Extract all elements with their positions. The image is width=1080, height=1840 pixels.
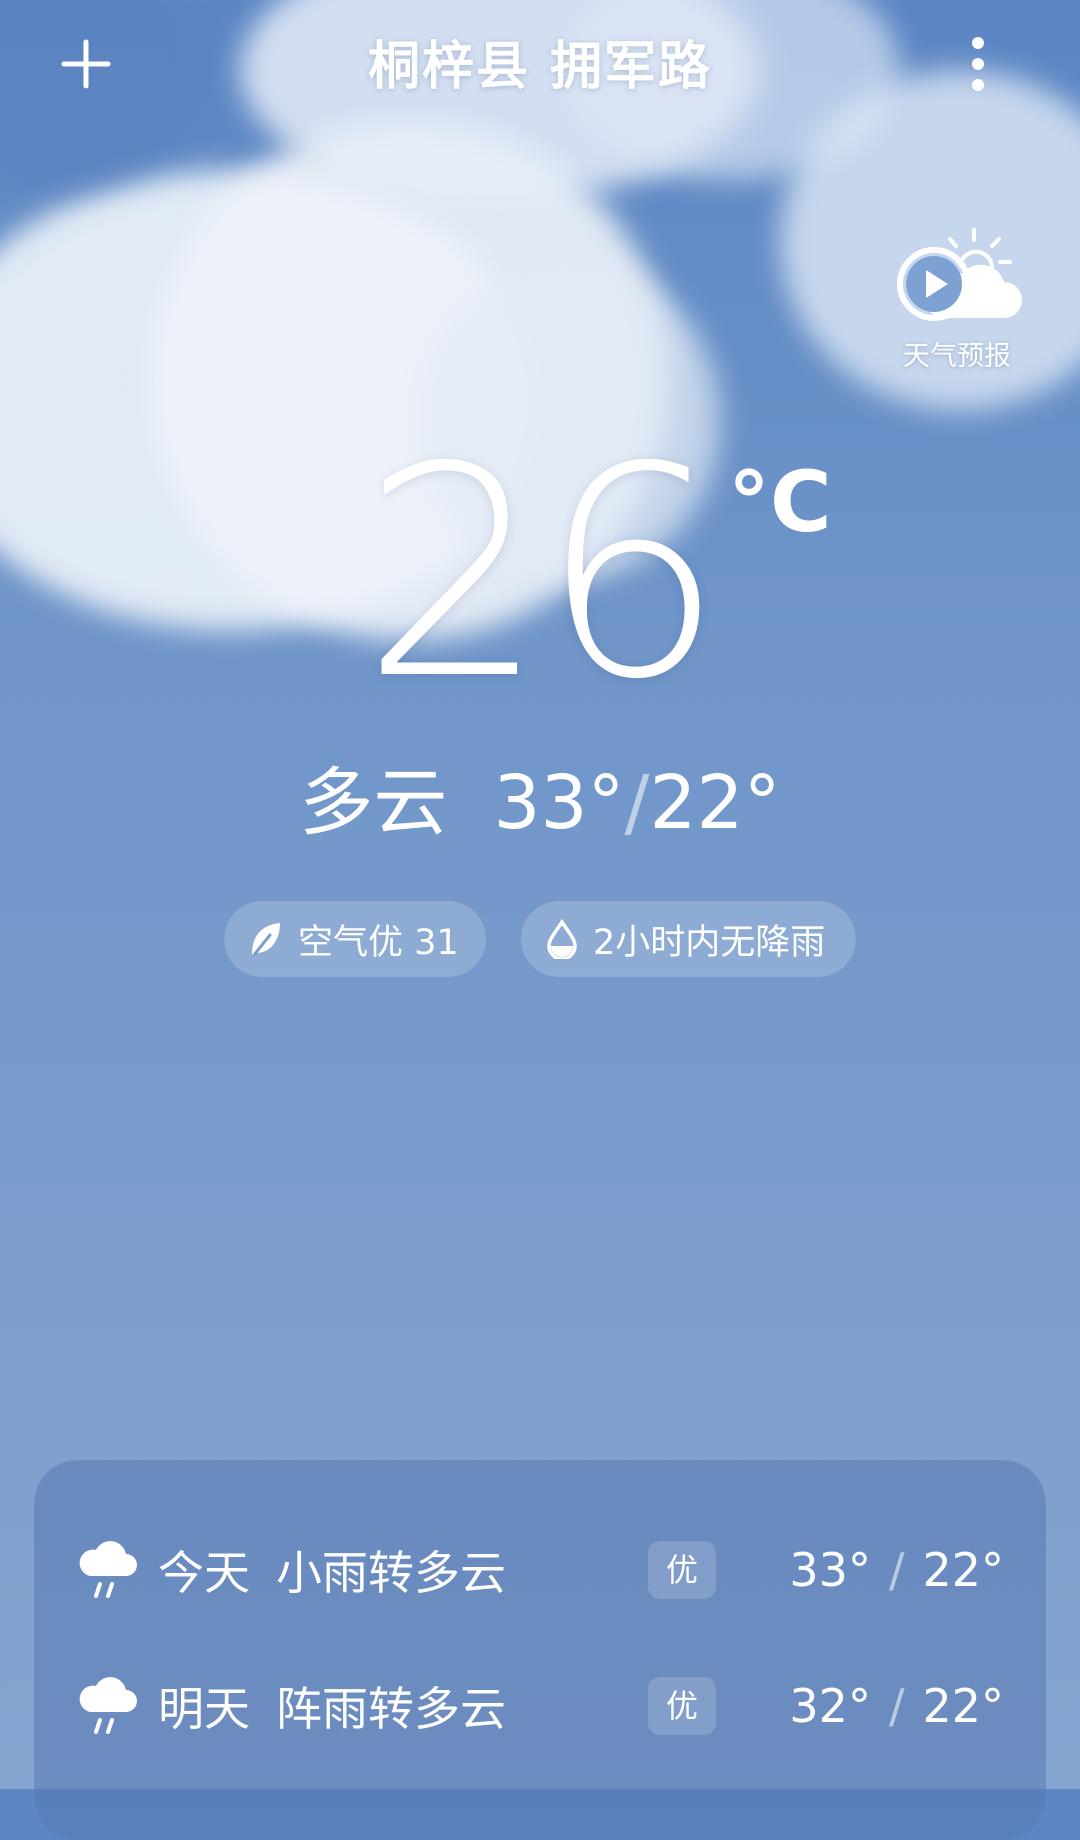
leaf-icon (252, 923, 280, 957)
weather-forecast-video-button[interactable]: 天气预报 (882, 226, 1032, 372)
air-quality-chip[interactable]: 空气优 31 (224, 901, 486, 977)
daily-low: 22° (922, 1679, 1004, 1733)
daily-condition: 小雨转多云 (276, 1546, 506, 1600)
daily-row-today[interactable]: 今天 小雨转多云 优 33° / 22° (34, 1510, 1046, 1630)
temp-separator: / (624, 760, 650, 846)
plus-icon (61, 39, 111, 89)
current-condition: 多云 (299, 760, 448, 846)
daily-aqi-badge: 优 (648, 1677, 716, 1735)
daily-high: 33° (789, 1543, 871, 1597)
daily-temperature-range: 32° / 22° (789, 1679, 1004, 1733)
precipitation-text: 2小时内无降雨 (593, 922, 826, 963)
air-quality-text: 空气优 31 (298, 922, 459, 963)
location-title[interactable]: 桐梓县 拥军路 (240, 24, 840, 99)
top-bar: 桐梓县 拥军路 (0, 0, 1080, 120)
daily-aqi-badge: 优 (648, 1541, 716, 1599)
more-vertical-icon (972, 37, 984, 91)
daily-row-tomorrow[interactable]: 明天 阵雨转多云 优 32° / 22° (34, 1646, 1046, 1766)
temp-separator: / (888, 1543, 905, 1597)
current-condition-line: 多云 33°/22° (0, 758, 1080, 848)
more-menu-button[interactable] (950, 26, 1006, 102)
temp-separator: / (888, 1679, 905, 1733)
current-temperature: 26 (361, 406, 724, 743)
daily-low: 22° (922, 1543, 1004, 1597)
forecast-video-label: 天气预报 (903, 341, 1011, 372)
rain-cloud-icon (79, 1677, 137, 1734)
rain-cloud-icon (79, 1541, 137, 1598)
temperature-unit: °C (728, 453, 832, 551)
daily-day-label: 今天 (158, 1546, 250, 1600)
daily-high: 32° (789, 1679, 871, 1733)
daily-temperature-range: 33° / 22° (789, 1543, 1004, 1597)
today-low: 22° (649, 760, 781, 846)
today-high: 33° (493, 760, 625, 846)
add-location-button[interactable] (48, 26, 124, 102)
daily-day-label: 明天 (158, 1682, 250, 1736)
play-cloud-sun-icon (897, 228, 1022, 321)
daily-condition: 阵雨转多云 (276, 1682, 506, 1736)
raindrop-icon (547, 919, 577, 959)
precipitation-chip[interactable]: 2小时内无降雨 (521, 901, 856, 977)
